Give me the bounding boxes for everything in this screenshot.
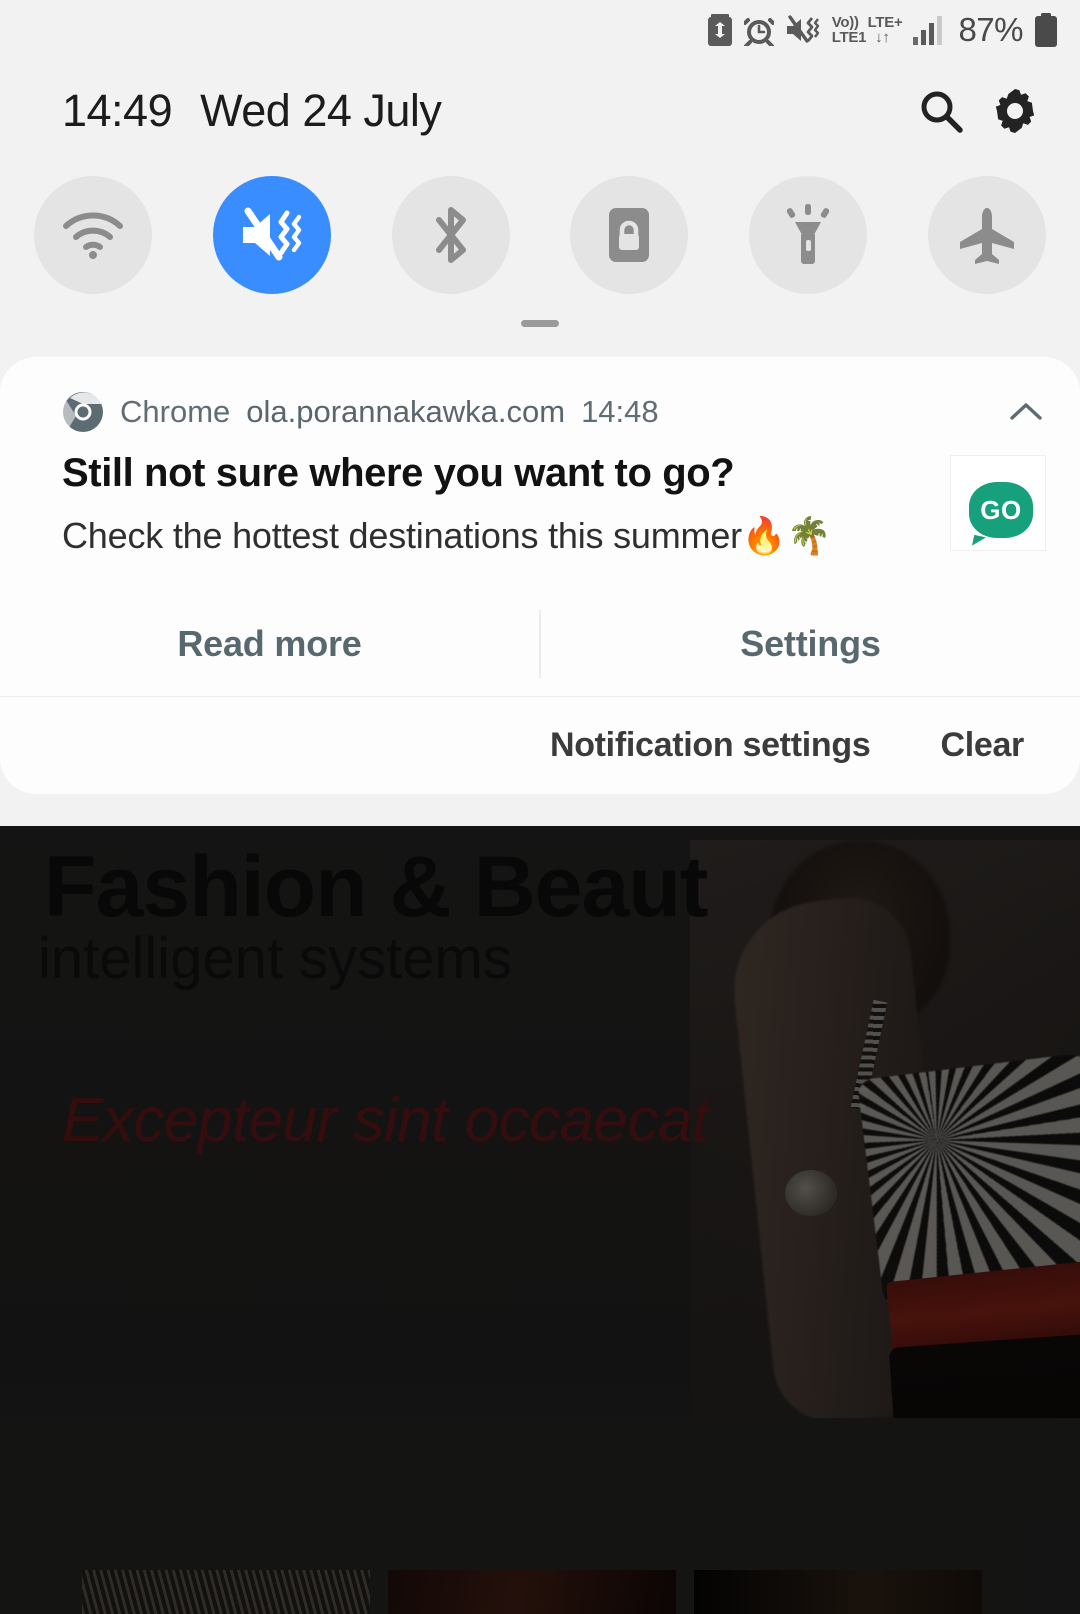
notification-app-name: Chrome [120, 394, 231, 429]
bluetooth-icon [429, 204, 473, 266]
toggle-airplane[interactable] [927, 176, 1046, 294]
notification-actions: Read more Settings [0, 592, 1080, 696]
gear-icon[interactable] [978, 74, 1052, 148]
battery-percent-label: 87% [958, 11, 1023, 48]
shade-footer: Notification settings Clear [0, 696, 1080, 794]
status-bar: Vo)) LTE+ LTE1 ↓↑ 87% [0, 0, 1080, 60]
go-bubble-label: GO [980, 494, 1022, 525]
shade-drag-handle-wrap [0, 294, 1080, 327]
signal-bars-icon [913, 15, 947, 45]
chevron-up-icon[interactable] [1006, 392, 1046, 432]
quick-settings-toggles [0, 148, 1080, 294]
notification-list: Chrome ola.porannakawka.com 14:48 Still … [0, 327, 1080, 794]
notification-shade: Vo)) LTE+ LTE1 ↓↑ 87% 14:49 Wed 24 July [0, 0, 1080, 826]
notification-thumbnail: GO [950, 455, 1046, 551]
notification-body: Still not sure where you want to go? Che… [0, 433, 1080, 558]
notification-settings-button[interactable]: Notification settings [550, 726, 871, 765]
clock-label: 14:49 [62, 85, 173, 136]
notification-chrome[interactable]: Chrome ola.porannakawka.com 14:48 Still … [0, 357, 1080, 696]
volte-label: Vo)) [831, 13, 859, 31]
flashlight-icon [782, 204, 834, 266]
search-icon[interactable] [904, 74, 978, 148]
drag-handle[interactable] [521, 320, 559, 327]
volte-icon: Vo)) LTE+ LTE1 ↓↑ [831, 13, 903, 46]
notification-message: Check the hottest destinations this summ… [62, 515, 832, 556]
notification-header: Chrome ola.porannakawka.com 14:48 [0, 391, 1080, 433]
clear-button[interactable]: Clear [940, 726, 1024, 765]
battery-icon [1034, 13, 1058, 47]
toggle-wifi[interactable] [34, 176, 152, 294]
rotation-lock-icon [606, 205, 652, 265]
chrome-logo-icon [59, 391, 104, 433]
quick-settings-header: 14:49 Wed 24 July [0, 60, 1080, 148]
lte-plus-label: LTE+ [867, 13, 903, 31]
data-arrows-label: ↓↑ [875, 29, 890, 46]
notification-time: 14:48 [581, 394, 659, 429]
mute-vibrate-icon [239, 207, 305, 263]
toggle-rotation-lock[interactable] [570, 176, 689, 294]
notification-source-url: ola.porannakawka.com [246, 394, 566, 429]
toggle-bluetooth[interactable] [391, 176, 510, 294]
wifi-icon [62, 211, 124, 259]
alarm-icon [743, 14, 774, 46]
airplane-icon [956, 206, 1018, 264]
read-more-button[interactable]: Read more [0, 592, 539, 696]
notification-settings-action-button[interactable]: Settings [541, 592, 1080, 696]
battery-saver-icon [707, 14, 733, 46]
lte1-label: LTE1 [831, 29, 867, 46]
go-bubble-icon: GO [969, 482, 1033, 538]
toggle-sound[interactable] [212, 176, 331, 294]
mute-vibrate-icon [785, 15, 821, 45]
toggle-flashlight[interactable] [749, 176, 868, 294]
date-label: Wed 24 July [200, 85, 442, 136]
clock-date-group[interactable]: 14:49 Wed 24 July [62, 85, 442, 137]
notification-title: Still not sure where you want to go? [62, 451, 735, 495]
